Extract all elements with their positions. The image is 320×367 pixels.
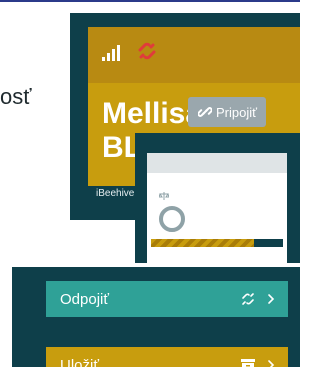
link-icon <box>198 107 212 117</box>
connect-button[interactable]: Pripojiť <box>188 97 266 127</box>
ring-gauge <box>159 206 185 232</box>
chevron-right-icon <box>268 360 275 367</box>
top-divider <box>0 0 300 2</box>
device-card-header <box>88 27 300 83</box>
disconnect-label: Odpojiť <box>60 290 109 308</box>
device-preview-screen <box>147 153 287 263</box>
scale-icon <box>159 192 169 200</box>
page-heading-fragment: osť <box>0 84 32 109</box>
save-button[interactable]: Uložiť <box>46 347 288 367</box>
archive-icon <box>241 359 255 367</box>
disconnect-button[interactable]: Odpojiť <box>46 281 288 317</box>
link-broken-icon <box>138 42 156 60</box>
signal-icon <box>102 41 124 61</box>
progress-fill <box>151 239 254 247</box>
unlink-icon <box>242 293 254 305</box>
action-panel: Odpojiť Uložiť <box>12 267 300 367</box>
save-label: Uložiť <box>60 356 99 367</box>
progress-bar <box>151 239 283 247</box>
connect-button-label: Pripojiť <box>216 104 257 120</box>
preview-topbar <box>147 153 287 173</box>
chevron-right-icon <box>268 294 275 304</box>
device-preview-card[interactable] <box>135 133 300 263</box>
